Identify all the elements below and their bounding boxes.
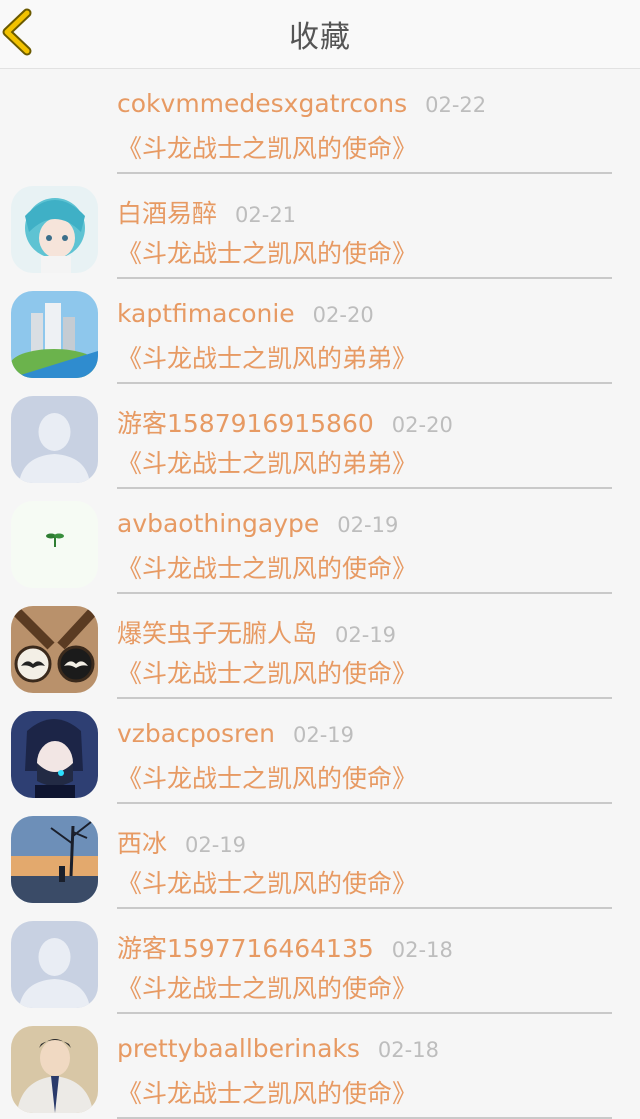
date-label: 02-20 — [312, 303, 374, 327]
date-label: 02-20 — [391, 413, 453, 437]
favorite-meta: cokvmmedesxgatrcons 02-22 — [117, 89, 486, 118]
user-name[interactable]: prettybaallberinaks — [117, 1034, 360, 1063]
favorite-item[interactable]: 游客1587916915860 02-20 《斗龙战士之凯风的弟弟》 — [0, 384, 640, 489]
user-name[interactable]: kaptfimaconie — [117, 299, 295, 328]
avatar-image — [11, 921, 98, 1008]
favorite-meta: vzbacposren 02-19 — [117, 719, 354, 748]
date-label: 02-18 — [391, 938, 453, 962]
favorite-meta: 白酒易醉 02-21 — [117, 194, 296, 230]
user-name[interactable]: 白酒易醉 — [117, 199, 217, 228]
favorite-meta: 爆笑虫子无腑人岛 02-19 — [117, 614, 396, 650]
top-bar: 收藏 — [0, 0, 640, 69]
user-name[interactable]: avbaothingaype — [117, 509, 319, 538]
avatar[interactable] — [11, 186, 98, 273]
avatar[interactable] — [11, 711, 98, 798]
avatar-image — [11, 711, 98, 798]
favorite-meta: prettybaallberinaks 02-18 — [117, 1034, 439, 1063]
avatar-image — [11, 816, 98, 903]
favorite-item[interactable]: 爆笑虫子无腑人岛 02-19 《斗龙战士之凯风的使命》 — [0, 594, 640, 699]
date-label: 02-19 — [337, 513, 399, 537]
favorite-item[interactable]: cokvmmedesxgatrcons 02-22 《斗龙战士之凯风的使命》 — [0, 69, 640, 174]
favorite-meta: 游客1587916915860 02-20 — [117, 404, 453, 440]
book-title-link[interactable]: 《斗龙战士之凯风的使命》 — [117, 969, 417, 1005]
avatar[interactable] — [11, 396, 98, 483]
user-name[interactable]: 西冰 — [117, 829, 167, 858]
user-name[interactable]: cokvmmedesxgatrcons — [117, 89, 407, 118]
favorites-list: cokvmmedesxgatrcons 02-22 《斗龙战士之凯风的使命》 白酒易醉… — [0, 69, 640, 1119]
book-title-link[interactable]: 《斗龙战士之凯风的使命》 — [117, 759, 417, 795]
avatar-image — [11, 291, 98, 378]
book-title-link[interactable]: 《斗龙战士之凯风的使命》 — [117, 549, 417, 585]
favorite-meta: 西冰 02-19 — [117, 824, 246, 860]
favorite-item[interactable]: 白酒易醉 02-21 《斗龙战士之凯风的使命》 — [0, 174, 640, 279]
favorite-item[interactable]: prettybaallberinaks 02-18 《斗龙战士之凯风的使命》 — [0, 1014, 640, 1119]
date-label: 02-19 — [293, 723, 355, 747]
user-name[interactable]: 爆笑虫子无腑人岛 — [117, 619, 317, 648]
book-title-link[interactable]: 《斗龙战士之凯风的使命》 — [117, 864, 417, 900]
avatar[interactable] — [11, 1026, 98, 1113]
avatar[interactable] — [11, 606, 98, 693]
user-name[interactable]: 游客1587916915860 — [117, 409, 374, 438]
favorite-meta: avbaothingaype 02-19 — [117, 509, 398, 538]
avatar[interactable] — [11, 921, 98, 1008]
user-name[interactable]: 游客1597716464135 — [117, 934, 374, 963]
date-label: 02-18 — [377, 1038, 439, 1062]
date-label: 02-19 — [185, 833, 247, 857]
favorite-item[interactable]: 西冰 02-19 《斗龙战士之凯风的使命》 — [0, 804, 640, 909]
favorite-item[interactable]: kaptfimaconie 02-20 《斗龙战士之凯风的弟弟》 — [0, 279, 640, 384]
book-title-link[interactable]: 《斗龙战士之凯风的弟弟》 — [117, 339, 417, 375]
favorite-item[interactable]: 游客1597716464135 02-18 《斗龙战士之凯风的使命》 — [0, 909, 640, 1014]
book-title-link[interactable]: 《斗龙战士之凯风的使命》 — [117, 654, 417, 690]
avatar-image — [11, 501, 98, 588]
avatar-image — [11, 186, 98, 273]
favorite-item[interactable]: avbaothingaype 02-19 《斗龙战士之凯风的使命》 — [0, 489, 640, 594]
book-title-link[interactable]: 《斗龙战士之凯风的使命》 — [117, 1074, 417, 1110]
avatar-image — [11, 1026, 98, 1113]
page-title: 收藏 — [289, 20, 351, 55]
date-label: 02-19 — [335, 623, 397, 647]
favorite-meta: kaptfimaconie 02-20 — [117, 299, 374, 328]
avatar[interactable] — [11, 816, 98, 903]
book-title-link[interactable]: 《斗龙战士之凯风的弟弟》 — [117, 444, 417, 480]
book-title-link[interactable]: 《斗龙战士之凯风的使命》 — [117, 129, 417, 165]
date-label: 02-21 — [235, 203, 297, 227]
book-title-link[interactable]: 《斗龙战士之凯风的使命》 — [117, 234, 417, 270]
avatar[interactable] — [11, 501, 98, 588]
date-label: 02-22 — [425, 93, 487, 117]
favorite-item[interactable]: vzbacposren 02-19 《斗龙战士之凯风的使命》 — [0, 699, 640, 804]
avatar[interactable] — [11, 291, 98, 378]
avatar-image — [11, 396, 98, 483]
avatar-image — [11, 606, 98, 693]
favorite-meta: 游客1597716464135 02-18 — [117, 929, 453, 965]
user-name[interactable]: vzbacposren — [117, 719, 275, 748]
